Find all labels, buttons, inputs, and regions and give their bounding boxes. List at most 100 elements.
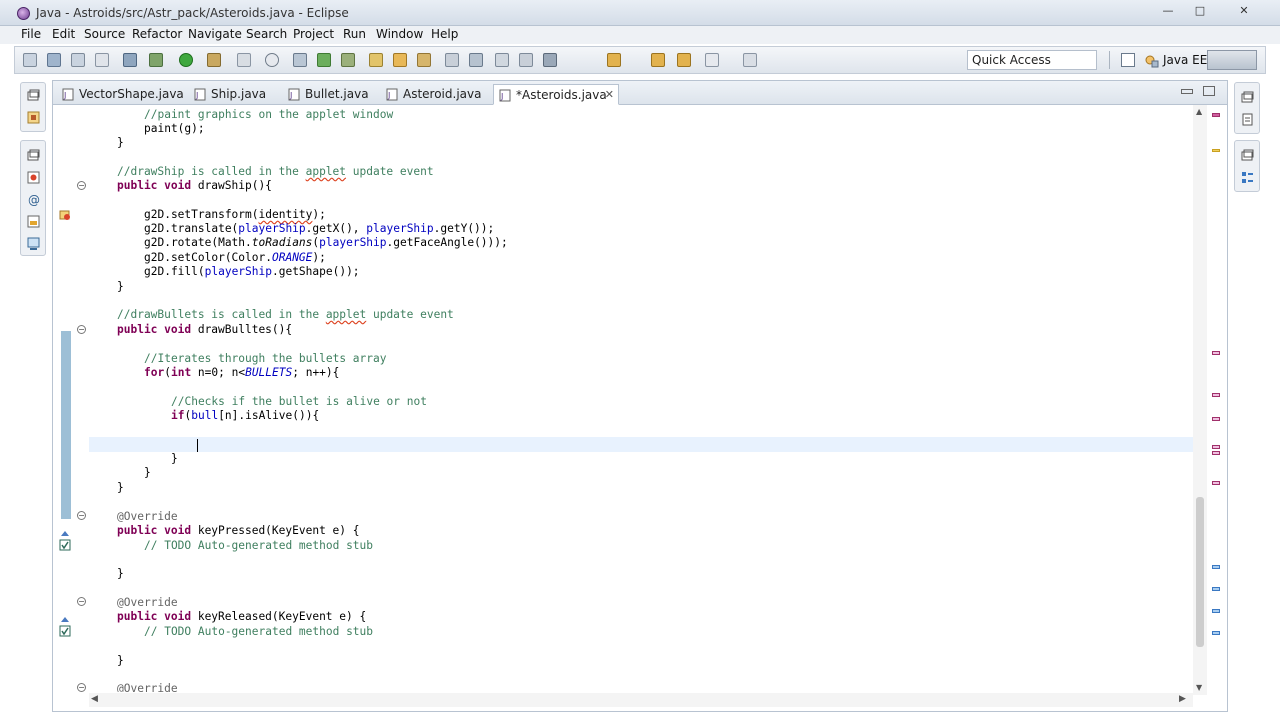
menu-file[interactable]: File	[21, 27, 41, 41]
save-all-icon[interactable]	[71, 53, 85, 67]
problems-icon[interactable]	[27, 171, 40, 184]
external-tools-icon[interactable]	[207, 53, 221, 67]
scroll-left-icon[interactable]: ◀	[91, 694, 98, 704]
scroll-right-icon[interactable]: ▶	[1179, 694, 1186, 704]
show-source-icon[interactable]	[519, 53, 533, 67]
pin-icon[interactable]	[543, 53, 557, 67]
task-overview-mark[interactable]	[1212, 565, 1220, 569]
task-overview-mark[interactable]	[1212, 587, 1220, 591]
task-marker-icon	[59, 209, 71, 221]
minimize-editor-icon[interactable]	[1181, 89, 1193, 94]
occurrence-overview-mark[interactable]	[1212, 417, 1220, 421]
server-icon[interactable]	[123, 53, 137, 67]
menu-help[interactable]: Help	[431, 27, 458, 41]
minimize-button[interactable]: —	[1158, 5, 1178, 19]
tab-label: Bullet.java	[305, 87, 369, 101]
error-overview-mark[interactable]	[1212, 113, 1220, 117]
menu-navigate[interactable]: Navigate	[188, 27, 242, 41]
occurrence-overview-mark[interactable]	[1212, 351, 1220, 355]
task-overview-mark[interactable]	[1212, 609, 1220, 613]
open-type-icon[interactable]	[293, 53, 307, 67]
back-icon[interactable]	[651, 53, 665, 67]
occurrence-overview-mark[interactable]	[1212, 393, 1220, 397]
tab-bullet-java[interactable]: J Bullet.java	[283, 84, 377, 105]
occurrence-overview-mark[interactable]	[1212, 445, 1220, 449]
next-annotation-icon[interactable]	[607, 53, 621, 67]
search-icon[interactable]	[265, 53, 279, 67]
scroll-down-icon[interactable]: ▼	[1196, 683, 1202, 692]
fold-collapse-icon[interactable]: −	[77, 597, 86, 606]
maximize-editor-icon[interactable]	[1203, 86, 1215, 96]
menu-refactor[interactable]: Refactor	[132, 27, 182, 41]
code-line: g2D.setColor(Color.ORANGE);	[144, 251, 326, 264]
new-package-icon[interactable]	[317, 53, 331, 67]
open-perspective-icon[interactable]	[1121, 53, 1135, 67]
perspective-java-ee-button[interactable]: Java EE	[1141, 51, 1211, 71]
code-line: }	[117, 136, 124, 149]
coverage-icon[interactable]	[237, 53, 251, 67]
tab-label: VectorShape.java	[79, 87, 184, 101]
other-perspective-button[interactable]	[1207, 50, 1257, 70]
code-editor[interactable]: //paint graphics on the applet window pa…	[91, 106, 1191, 692]
annotation-icon[interactable]	[393, 53, 407, 67]
tab-label: *Asteroids.java	[516, 88, 607, 102]
menu-run[interactable]: Run	[343, 27, 366, 41]
left-trim-stack: @	[20, 82, 46, 256]
vertical-scrollbar[interactable]: ▲ ▼	[1193, 105, 1207, 695]
menu-project[interactable]: Project	[293, 27, 334, 41]
restore-icon[interactable]	[1241, 91, 1254, 104]
debug-icon[interactable]	[149, 53, 163, 67]
run-icon[interactable]	[179, 53, 193, 67]
save-icon[interactable]	[47, 53, 61, 67]
tab-vectorshape-java[interactable]: J VectorShape.java	[57, 84, 185, 105]
history-icon[interactable]	[743, 53, 757, 67]
menu-window[interactable]: Window	[376, 27, 423, 41]
block-selection-icon[interactable]	[469, 53, 483, 67]
close-button[interactable]: ✕	[1234, 5, 1254, 19]
occurrence-overview-mark[interactable]	[1212, 451, 1220, 455]
tab-asteroids-java[interactable]: J *Asteroids.java ✕	[493, 84, 619, 105]
package-explorer-icon[interactable]	[27, 111, 40, 124]
forward-icon[interactable]	[677, 53, 691, 67]
task-overview-mark[interactable]	[1212, 631, 1220, 635]
whitespace-icon[interactable]	[495, 53, 509, 67]
warning-overview-mark[interactable]	[1212, 149, 1220, 152]
occurrence-overview-mark[interactable]	[1212, 481, 1220, 485]
horizontal-scrollbar[interactable]: ◀ ▶	[89, 693, 1193, 707]
mark-occurrences-icon[interactable]	[417, 53, 431, 67]
scrollbar-thumb[interactable]	[1196, 497, 1204, 647]
toggle-icon[interactable]	[445, 53, 459, 67]
tab-asteroid-java[interactable]: J Asteroid.java	[381, 84, 489, 105]
last-edit-icon[interactable]	[705, 53, 719, 67]
tab-label: Ship.java	[211, 87, 267, 101]
restore-icon[interactable]	[27, 149, 40, 162]
code-line: }	[117, 481, 124, 494]
menu-search[interactable]: Search	[246, 27, 287, 41]
close-tab-icon[interactable]: ✕	[605, 88, 614, 101]
editor-gutter: − − − − −	[53, 105, 89, 695]
new-icon[interactable]	[23, 53, 37, 67]
tab-ship-java[interactable]: J Ship.java	[189, 84, 279, 105]
new-class-icon[interactable]	[341, 53, 355, 67]
fold-collapse-icon[interactable]: −	[77, 181, 86, 190]
scroll-up-icon[interactable]: ▲	[1196, 107, 1202, 116]
fold-collapse-icon[interactable]: −	[77, 511, 86, 520]
declaration-icon[interactable]	[27, 215, 40, 228]
javadoc-icon[interactable]: @	[27, 193, 40, 207]
open-folder-icon[interactable]	[369, 53, 383, 67]
fold-collapse-icon[interactable]: −	[77, 325, 86, 334]
fold-collapse-icon[interactable]: −	[77, 683, 86, 692]
task-list-icon[interactable]	[1241, 113, 1254, 126]
quick-access-input[interactable]: Quick Access	[967, 50, 1097, 70]
console-icon[interactable]	[27, 237, 40, 250]
code-line: @Override	[117, 510, 178, 523]
menu-source[interactable]: Source	[84, 27, 125, 41]
restore-icon[interactable]	[1241, 149, 1254, 162]
restore-icon[interactable]	[27, 89, 40, 102]
print-icon[interactable]	[95, 53, 109, 67]
perspective-label: Java EE	[1163, 53, 1208, 67]
outline-icon[interactable]	[1241, 171, 1254, 184]
maximize-button[interactable]: □	[1190, 5, 1210, 19]
code-line: public void keyPressed(KeyEvent e) {	[117, 524, 360, 537]
menu-edit[interactable]: Edit	[52, 27, 75, 41]
